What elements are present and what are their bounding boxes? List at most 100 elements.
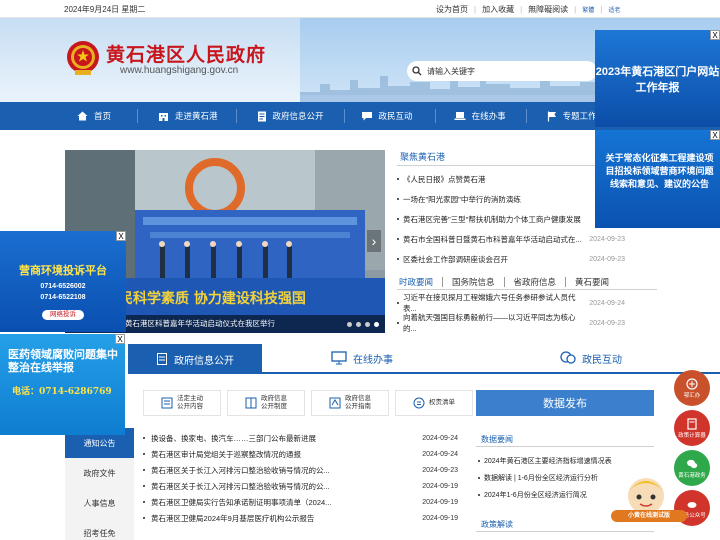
ehuiban-button[interactable]: 鄂汇办 — [674, 370, 710, 406]
business-complaint-ad[interactable]: 营商环境投诉平台 0714-6526002 0714-6522108 网络投诉 … — [0, 231, 126, 332]
news-title[interactable]: 黄石港区完善"三型"帮扶机制助力个体工商户健康发展 — [403, 214, 581, 225]
notice-title[interactable]: 黄石港区卫健局2024年9月基层医疗机构公示报告 — [151, 513, 314, 524]
wechat-gov-button[interactable]: 黄石港政务 — [674, 450, 710, 486]
accessible-reading-link[interactable]: 無障礙阅读 — [526, 4, 570, 15]
weibo-icon — [687, 501, 697, 508]
sidebar-label: 鄂汇办 — [683, 392, 701, 399]
search-input[interactable]: 请输入关键字 — [427, 66, 475, 77]
next-slide-arrow[interactable]: › — [367, 230, 381, 252]
close-icon[interactable]: X — [710, 30, 720, 40]
close-icon[interactable]: X — [115, 334, 125, 344]
rights-list-button[interactable]: 权责清单 — [395, 390, 473, 416]
divider — [476, 446, 654, 447]
calculator-icon — [687, 417, 697, 430]
tab-recruitment[interactable]: 招考任免 — [65, 518, 134, 540]
monitor-icon — [331, 351, 347, 365]
list-item[interactable]: 向着航天强国目标勇毅前行——以习近平同志为核心的... 2024-09-23 — [397, 313, 625, 333]
tab-current-affairs[interactable]: 时政要闻 — [397, 276, 442, 288]
site-url: www.huangshigang.gov.cn — [120, 65, 239, 76]
disclosure-guide-button[interactable]: 政府信息 公开指南 — [311, 390, 389, 416]
doc-icon — [157, 353, 167, 365]
list-item[interactable]: 黄石港区卫健局实行告知承诺制证明事项清单（2024... 2024-09-19 — [143, 494, 458, 510]
tab-online-service[interactable]: 在线办事 — [262, 344, 462, 374]
list-item[interactable]: 2024年黄石港区主要经济指标增速情况表 — [478, 452, 654, 469]
slider-dot[interactable] — [374, 322, 379, 327]
notice-title[interactable]: 黄石港区卫健局实行告知承诺制证明事项清单（2024... — [151, 497, 331, 508]
tab-state-council[interactable]: 国务院信息 — [443, 276, 504, 288]
notice-date: 2024-09-24 — [422, 434, 458, 442]
list-item[interactable]: 换设备、换家电、换汽车……三部门公布最新进展 2024-09-24 — [143, 430, 458, 446]
nav-label: 政府信息公开 — [272, 111, 324, 121]
list-item[interactable]: 习近平在接见探月工程嫦娥六号任务参研参试人员代表... 2024-09-24 — [397, 293, 625, 313]
bidding-notice-ad[interactable]: 关于常态化征集工程建设项目招投标领域营商环境问题线索和意见、建议的公告 X — [595, 130, 720, 228]
close-icon[interactable]: X — [116, 231, 126, 241]
search-icon[interactable] — [407, 61, 427, 81]
ad-text: 2023年黄石港区门户网站工作年报 — [595, 66, 720, 94]
add-favorite-link[interactable]: 加入收藏 — [480, 4, 516, 15]
list-item[interactable]: 黄石港区审计局党组关于巡察整改情况的通报 2024-09-24 — [143, 446, 458, 462]
ad-title: 医药领域腐败问题集中整治在线举报 — [8, 348, 118, 374]
tab-focus[interactable]: 聚焦黄石港 — [397, 150, 448, 163]
annual-report-ad[interactable]: 2023年黄石港区门户网站工作年报 X — [595, 30, 720, 127]
slider-dot[interactable] — [356, 322, 361, 327]
news-title[interactable]: 区委社会工作部调研座谈会召开 — [403, 254, 508, 265]
notice-date: 2024-09-19 — [422, 514, 458, 522]
slider-dot[interactable] — [347, 322, 352, 327]
home-icon — [77, 111, 88, 121]
list-item[interactable]: 黄石市全国科普日暨黄石市科普嘉年华活动启动式在... 2024-09-23 — [397, 229, 625, 249]
traditional-chinese-link[interactable]: 繁體 — [580, 5, 596, 14]
list-item[interactable]: 黄石港区关于长江入河排污口整治验收销号情况的公... 2024-09-19 — [143, 478, 458, 494]
elderly-mode-link[interactable]: 适老 — [606, 5, 622, 14]
notice-title[interactable]: 换设备、换家电、换汽车……三部门公布最新进展 — [151, 433, 316, 444]
set-homepage-link[interactable]: 设为首页 — [434, 4, 470, 15]
tab-interaction[interactable]: 政民互动 — [462, 344, 720, 374]
nav-interaction[interactable]: 政民互动 — [361, 102, 413, 130]
close-icon[interactable]: X — [710, 130, 720, 140]
nav-online-service[interactable]: 在线办事 — [454, 102, 506, 130]
notice-date: 2024-09-19 — [422, 498, 458, 506]
list-item[interactable]: 黄石港区关于长江入河排污口整治验收销号情况的公... 2024-09-23 — [143, 462, 458, 478]
tab-gov-documents[interactable]: 政府文件 — [65, 458, 134, 488]
online-complaint-button[interactable]: 网络投诉 — [42, 310, 84, 320]
nav-special-topics[interactable]: 专题工作 — [547, 102, 597, 130]
statutory-disclosure-button[interactable]: 法定主动 公开内容 — [143, 390, 221, 416]
ad-phone: 0714-6526002 — [40, 283, 86, 290]
policy-interpretation-heading[interactable]: 政策解读 — [481, 519, 513, 530]
list-item[interactable]: 《人民日报》点赞黄石港 — [397, 169, 625, 189]
nav-home[interactable]: 首页 — [77, 102, 111, 130]
search-box[interactable]: 请输入关键字 — [407, 61, 597, 81]
tab-provincial[interactable]: 省政府信息 — [505, 276, 566, 288]
news-title[interactable]: 向着航天强国目标勇毅前行——以习近平同志为核心的... — [403, 312, 589, 334]
focus-news: 聚焦黄石港 《人民日报》点赞黄石港 一场在"阳光家园"中举行的消防演练 黄石港区… — [397, 150, 625, 269]
news-title[interactable]: 黄石市全国科普日暨黄石市科普嘉年华活动启动式在... — [403, 234, 582, 245]
notice-title[interactable]: 黄石港区关于长江入河排污口整治验收销号情况的公... — [151, 465, 330, 476]
current-date: 2024年9月24日 星期二 — [64, 5, 146, 14]
nav-gov-info[interactable]: 政府信息公开 — [257, 102, 324, 130]
policy-calculator-button[interactable]: 政策计算器 — [674, 410, 710, 446]
mascot-label[interactable]: 小黄在线测试版 — [611, 510, 687, 522]
news-title[interactable]: 一场在"阳光家园"中举行的消防演练 — [403, 194, 521, 205]
nav-divider — [434, 109, 436, 123]
news-title[interactable]: 《人民日报》点赞黄石港 — [403, 174, 486, 185]
data-release-button[interactable]: 数据发布 — [476, 390, 654, 416]
gov-side-tabs: 通知公告 政府文件 人事信息 招考任免 — [65, 428, 134, 540]
list-item[interactable]: 一场在"阳光家园"中举行的消防演练 — [397, 189, 625, 209]
disclosure-system-button[interactable]: 政府信息 公开制度 — [227, 390, 305, 416]
data-news-heading[interactable]: 数据要闻 — [481, 434, 513, 445]
tab-personnel[interactable]: 人事信息 — [65, 488, 134, 518]
tab-huangshi-news[interactable]: 黄石要闻 — [566, 276, 618, 288]
slider-dot[interactable] — [365, 322, 370, 327]
tab-gov-info-disclosure[interactable]: 政府信息公开 — [128, 344, 262, 374]
list-item[interactable]: 黄石港区完善"三型"帮扶机制助力个体工商户健康发展 — [397, 209, 625, 229]
ad-text: 关于常态化征集工程建设项目招投标领域营商环境问题线索和意见、建议的公告 — [605, 153, 714, 189]
list-item[interactable]: 区委社会工作部调研座谈会召开 2024-09-23 — [397, 249, 625, 269]
nav-divider — [137, 109, 139, 123]
news-title[interactable]: 习近平在接见探月工程嫦娥六号任务参研参试人员代表... — [403, 292, 589, 314]
corruption-report-ad[interactable]: 医药领域腐败问题集中整治在线举报 电话：0714-6286769 X — [0, 334, 125, 435]
list-item[interactable]: 黄石港区卫健局2024年9月基层医疗机构公示报告 2024-09-19 — [143, 510, 458, 526]
divider — [476, 531, 654, 532]
nav-label: 专题工作 — [562, 111, 597, 121]
notice-title[interactable]: 黄石港区审计局党组关于巡察整改情况的通报 — [151, 449, 301, 460]
notice-title[interactable]: 黄石港区关于长江入河排污口整治验收销号情况的公... — [151, 481, 330, 492]
nav-about[interactable]: 走进黄石港 — [158, 102, 218, 130]
